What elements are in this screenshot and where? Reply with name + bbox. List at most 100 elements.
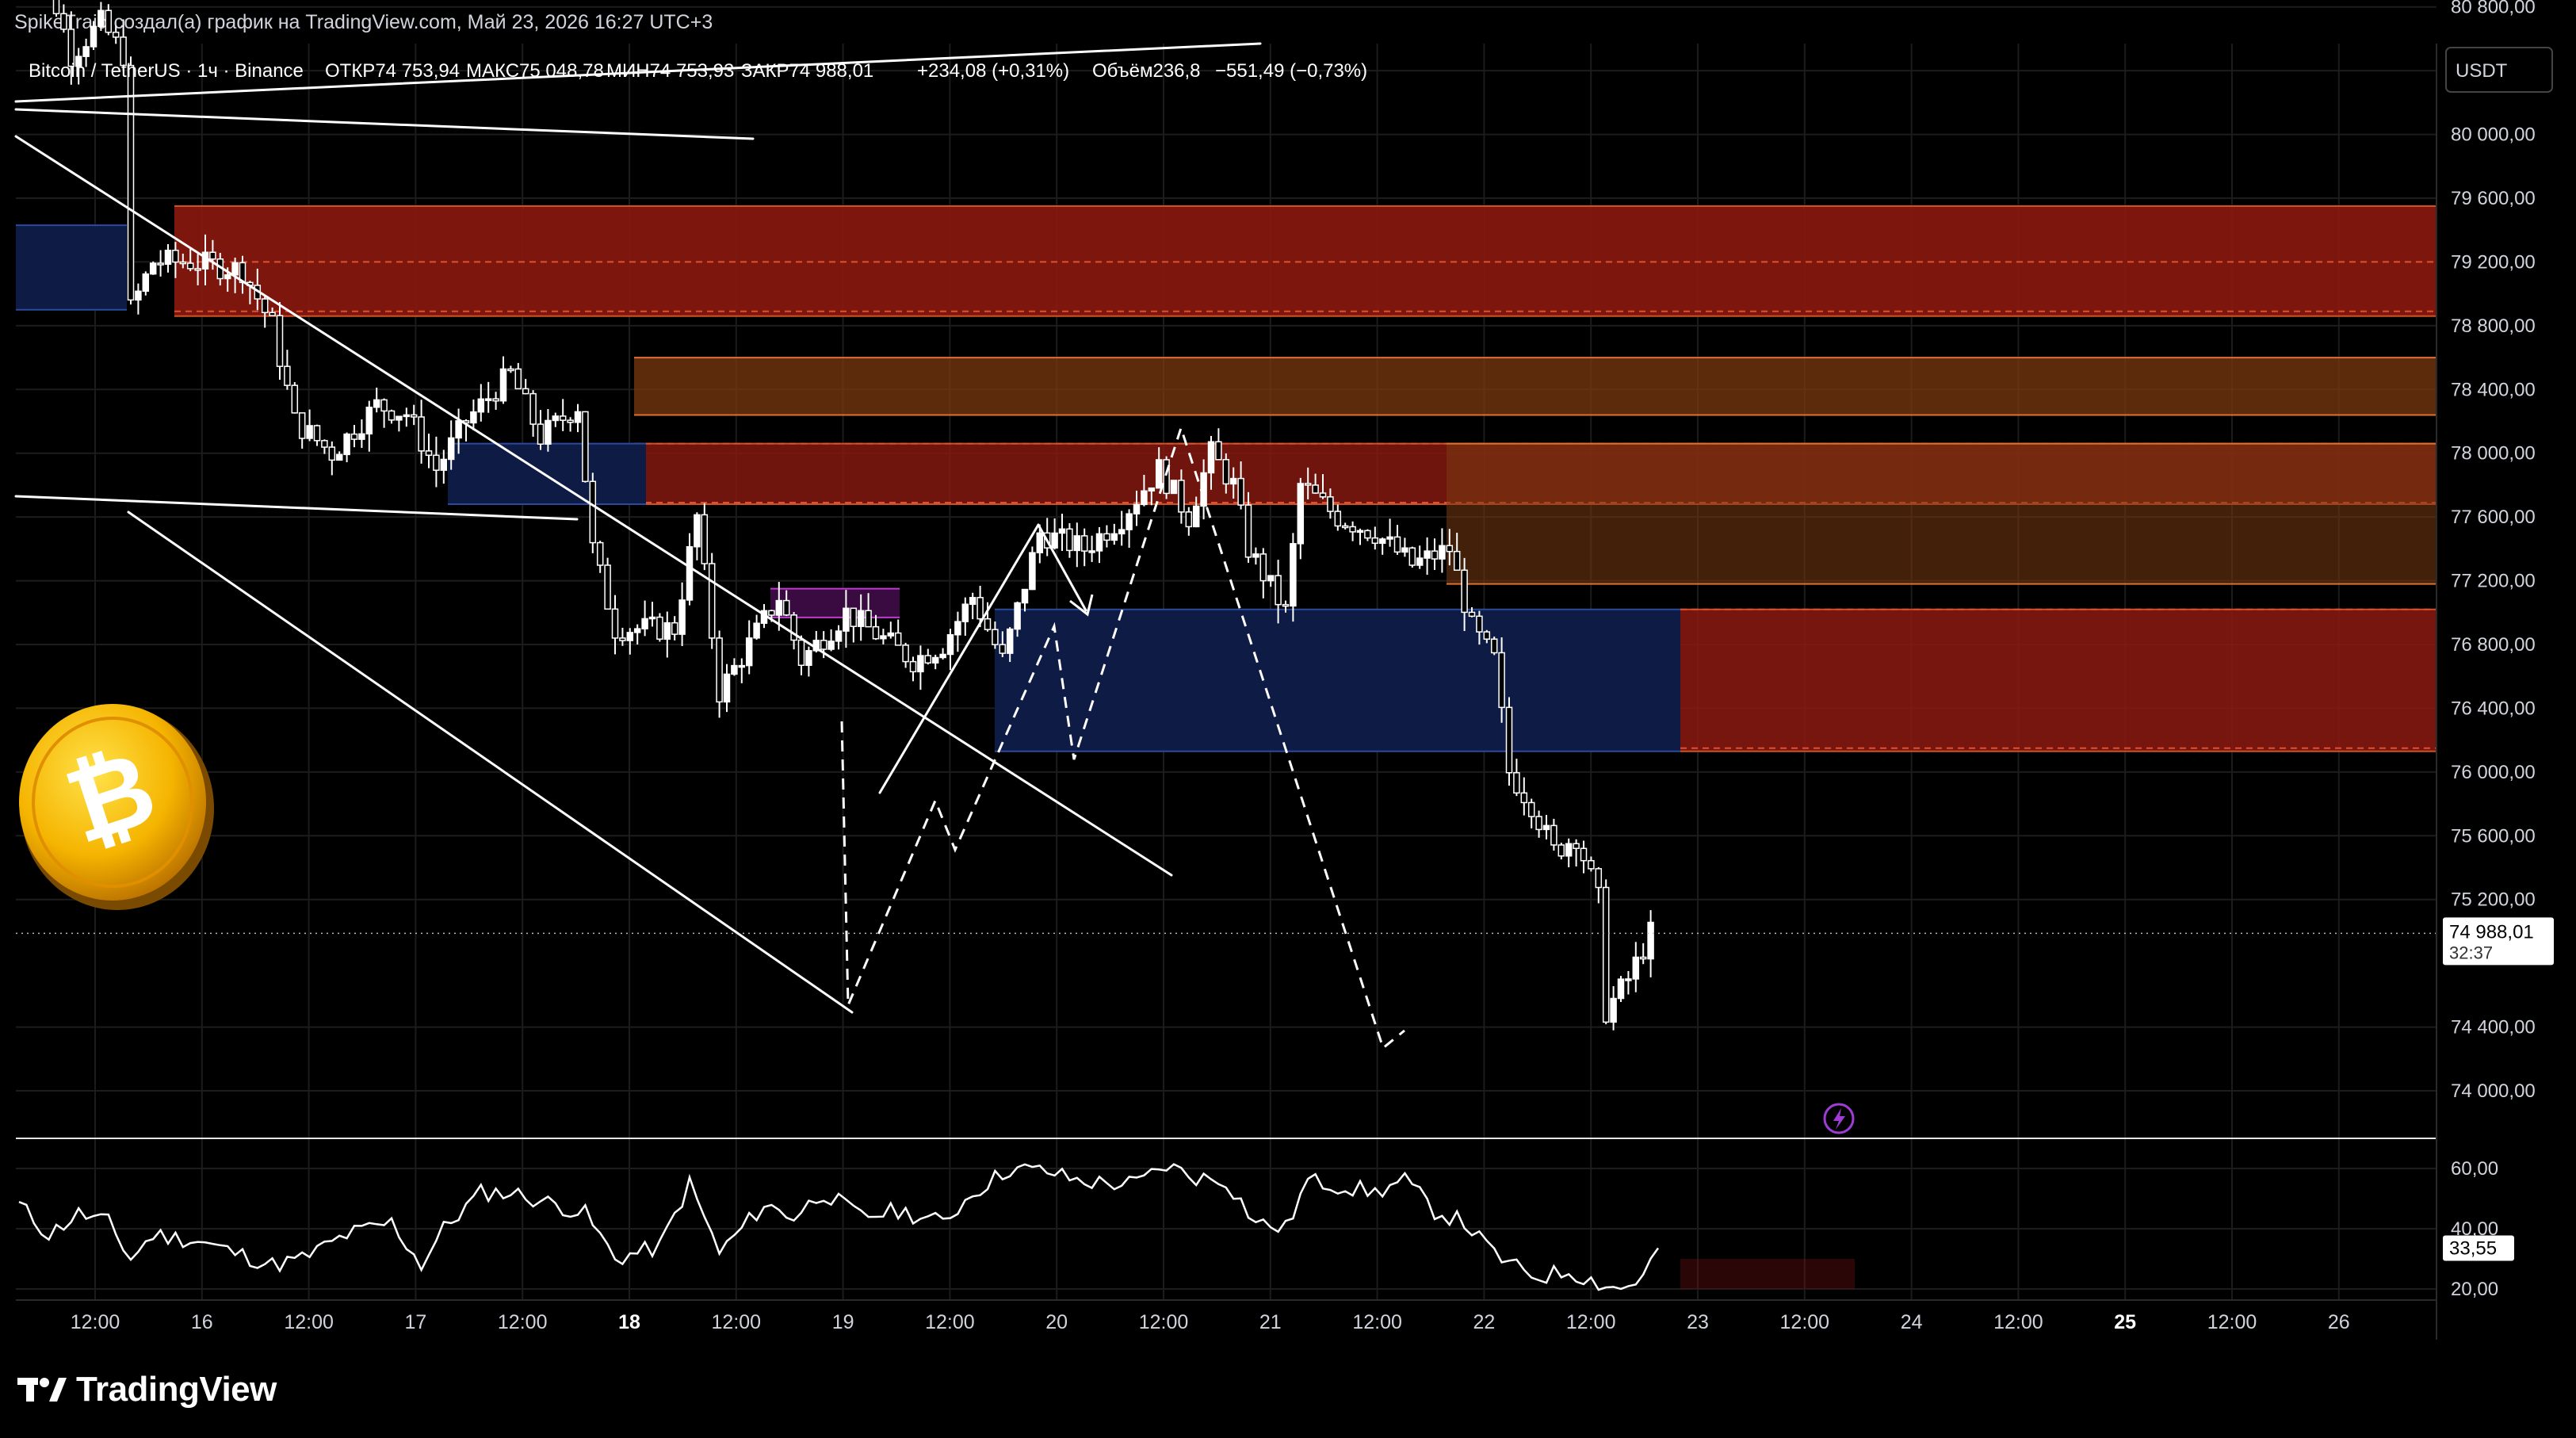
channel-lower-line	[127, 511, 854, 1014]
candle-body	[447, 437, 455, 461]
candle	[537, 410, 545, 450]
candle-body	[686, 545, 694, 601]
candle	[1513, 759, 1520, 797]
price-tick-label: 79 600,00	[2451, 188, 2536, 209]
candle-body	[775, 599, 783, 616]
candle	[1073, 522, 1081, 568]
candle-body	[1610, 997, 1617, 1023]
candle	[1170, 480, 1178, 495]
candle-body	[380, 399, 388, 412]
candle-body	[261, 298, 269, 314]
candle-body	[1461, 569, 1468, 614]
candle-body	[1103, 533, 1110, 541]
candle-body	[60, 13, 67, 30]
oscillator-axis: 60,0040,0020,0033,55	[2443, 1158, 2514, 1300]
legend-volume-change: −551,49 (−0,73%)	[1215, 60, 1367, 82]
legend-high: МАКС75 048,78	[466, 60, 604, 82]
blue-zone-top-left	[16, 225, 127, 310]
candle	[1364, 529, 1371, 541]
candle	[261, 296, 269, 328]
tradingview-logo-icon	[17, 1376, 67, 1403]
candle-body	[939, 653, 946, 659]
price-tick-label: 80 000,00	[2451, 124, 2536, 146]
candle-body	[1498, 652, 1505, 709]
candle-body	[880, 635, 887, 640]
candle-body	[306, 425, 313, 439]
candle	[470, 399, 477, 430]
candle	[343, 432, 350, 463]
candle-body	[984, 618, 992, 630]
candle	[433, 436, 440, 488]
candle-body	[1416, 557, 1424, 566]
candle-body	[641, 618, 648, 629]
candle	[909, 656, 917, 682]
candle-body	[797, 639, 805, 667]
candle	[1439, 528, 1446, 573]
candle-body	[440, 458, 448, 471]
candle-body	[112, 31, 120, 38]
candle-body	[626, 632, 634, 641]
candle	[552, 412, 560, 427]
candle	[127, 56, 135, 305]
candle-body	[1080, 535, 1088, 552]
candle-body	[1431, 550, 1439, 560]
candle-body	[82, 46, 90, 57]
blue-zone-mid-left	[448, 443, 646, 505]
candle-body	[1155, 459, 1163, 489]
red-zone-upper	[174, 206, 2436, 316]
candle	[1185, 507, 1193, 536]
price-axis[interactable]: 82 000,0081 600,0081 200,0080 800,0080 4…	[2443, 0, 2554, 1102]
candle-body	[1319, 492, 1327, 498]
candle-body	[1229, 477, 1237, 485]
candle-body	[1617, 978, 1625, 1000]
candle-body	[1118, 529, 1126, 535]
candle	[306, 409, 313, 442]
candle-body	[321, 440, 328, 448]
candle-body	[865, 610, 872, 628]
legend-change: +234,08 (+0,31%)	[917, 60, 1069, 82]
candle-body	[358, 433, 365, 440]
candle	[396, 415, 403, 432]
candle	[1103, 525, 1110, 548]
candle-body	[522, 388, 529, 395]
candle-body	[172, 250, 179, 263]
price-chart[interactable]: 82 000,0081 600,0081 200,0080 800,0080 4…	[0, 0, 2576, 1438]
candle-body	[1066, 528, 1073, 552]
candle-body	[1490, 638, 1498, 654]
candle	[924, 648, 932, 665]
candle-body	[611, 608, 619, 639]
candle	[582, 411, 589, 483]
candle	[827, 629, 835, 652]
time-axis[interactable]: 12:00 16 12:00 17 12:00 18 12:00 19 12:00 20 12:00…	[71, 1311, 2350, 1333]
candle-body	[52, 0, 60, 14]
candle-body	[1476, 615, 1483, 633]
legend-row: Bitcoin / TetherUS · 1ч · Binance ОТКР74…	[29, 60, 1367, 82]
candle-body	[537, 423, 545, 445]
candle-body	[1588, 859, 1595, 870]
candle	[1118, 511, 1126, 546]
price-tick-label: 75 200,00	[2451, 889, 2536, 911]
candle	[1401, 537, 1408, 557]
candle-body	[335, 453, 343, 461]
candle	[313, 424, 321, 446]
candle-body	[961, 603, 969, 622]
candle	[492, 392, 499, 410]
candle-body	[1483, 631, 1491, 640]
price-tick-label: 76 000,00	[2451, 762, 2536, 783]
candle-body	[827, 641, 835, 650]
candle-body	[656, 616, 663, 640]
candle-body	[969, 597, 977, 605]
candle	[164, 243, 172, 273]
candle-body	[671, 621, 678, 635]
candle	[1252, 547, 1259, 565]
candle	[1058, 514, 1066, 551]
candle-body	[805, 650, 812, 667]
candle	[112, 25, 120, 44]
candle-body	[1058, 528, 1066, 534]
candle-body	[418, 416, 425, 452]
candle	[1378, 537, 1386, 555]
candle	[939, 648, 946, 660]
tradingview-brand[interactable]: TradingView	[17, 1370, 277, 1409]
currency-button[interactable]: USDT	[2445, 47, 2553, 93]
lightning-alert-icon[interactable]	[1823, 1103, 1855, 1134]
